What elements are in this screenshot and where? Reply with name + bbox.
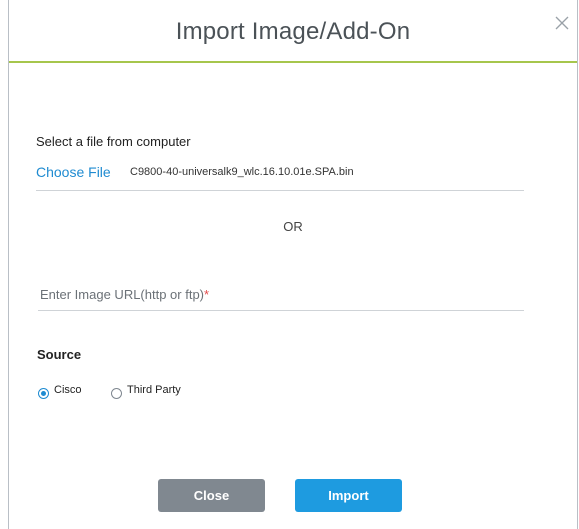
radio-cisco-label: Cisco [54, 384, 82, 396]
or-separator: OR [283, 219, 303, 234]
image-url-input[interactable] [38, 279, 524, 309]
import-image-dialog: Import Image/Add-On Select a file from c… [8, 0, 578, 529]
title-divider [9, 61, 577, 63]
close-button[interactable]: Close [158, 479, 265, 512]
radio-selected-icon[interactable] [38, 388, 49, 399]
radio-third-party[interactable]: Third Party [111, 384, 201, 402]
selected-file-name: C9800-40-universalk9_wlc.16.10.01e.SPA.b… [130, 166, 354, 178]
radio-unselected-icon[interactable] [111, 388, 122, 399]
file-chooser: Choose File C9800-40-universalk9_wlc.16.… [36, 164, 524, 191]
import-button[interactable]: Import [295, 479, 402, 512]
radio-cisco[interactable]: Cisco [38, 384, 98, 402]
radio-third-party-label: Third Party [127, 384, 181, 396]
select-file-label: Select a file from computer [36, 134, 191, 149]
source-label: Source [37, 347, 82, 362]
close-icon[interactable] [551, 12, 573, 34]
dialog-title: Import Image/Add-On [175, 18, 411, 45]
image-url-field[interactable]: Enter Image URL(http or ftp)* [38, 279, 524, 311]
choose-file-button[interactable]: Choose File [36, 164, 111, 180]
